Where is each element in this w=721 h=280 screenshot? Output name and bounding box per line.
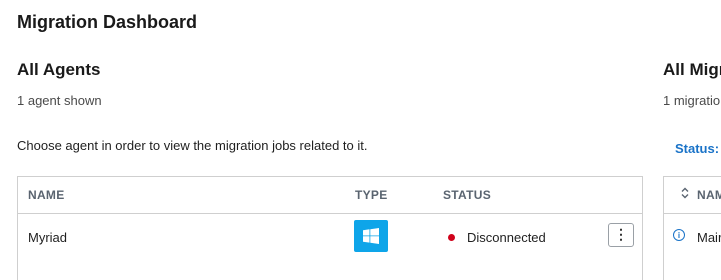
agent-status-label: Disconnected <box>467 230 546 245</box>
migration-name[interactable]: Mair <box>697 230 721 245</box>
migrations-count: 1 migratio <box>663 93 721 108</box>
sort-icon[interactable] <box>681 187 689 202</box>
column-header-status[interactable]: STATUS <box>443 188 491 202</box>
more-vertical-icon: ⋮ <box>614 226 628 242</box>
migration-dashboard-page: Migration Dashboard All Agents 1 agent s… <box>0 0 721 280</box>
column-header-name[interactable]: NAM <box>697 188 721 202</box>
column-header-name[interactable]: NAME <box>28 188 65 202</box>
agents-count: 1 agent shown <box>17 93 102 108</box>
migrations-panel: All Migr 1 migratio <box>663 60 721 108</box>
agents-panel: All Agents 1 agent shown Choose agent in… <box>17 60 645 153</box>
windows-icon <box>354 220 388 252</box>
agents-table: NAME TYPE STATUS Myriad Disconnected ⋮ <box>17 176 643 280</box>
status-dot-icon <box>448 234 455 241</box>
agent-status: Disconnected <box>448 230 546 245</box>
migrations-table-header: NAM <box>664 177 721 214</box>
agents-section-title: All Agents <box>17 60 101 79</box>
page-title: Migration Dashboard <box>17 12 198 32</box>
agents-hint: Choose agent in order to view the migrat… <box>17 138 368 153</box>
migrations-table: NAM i Mair <box>663 176 721 280</box>
migrations-section-title: All Migr <box>663 60 721 79</box>
agent-name[interactable]: Myriad <box>28 230 67 245</box>
column-header-type[interactable]: TYPE <box>355 188 388 202</box>
status-filter[interactable]: Status: <box>675 141 719 156</box>
info-icon[interactable]: i <box>673 229 685 241</box>
agents-table-header: NAME TYPE STATUS <box>18 177 642 214</box>
row-actions-button[interactable]: ⋮ <box>608 223 634 247</box>
table-row[interactable]: Myriad Disconnected ⋮ <box>18 214 642 260</box>
table-row[interactable]: i Mair <box>664 214 721 260</box>
